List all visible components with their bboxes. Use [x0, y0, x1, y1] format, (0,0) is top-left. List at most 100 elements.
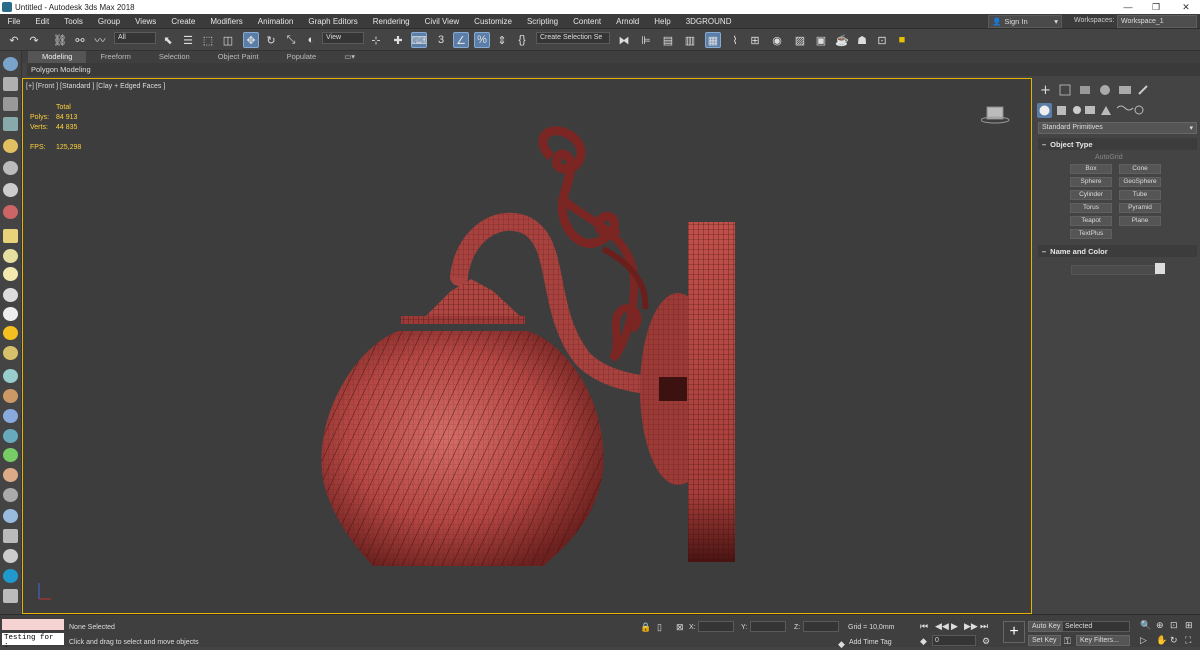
name-color-header[interactable]: – Name and Color — [1038, 245, 1197, 257]
spacewarp-icon[interactable] — [3, 205, 18, 219]
scene-explorer-icon[interactable] — [3, 57, 18, 71]
pivot-center-icon[interactable]: ⊹ — [368, 32, 384, 48]
menu-civil-view[interactable]: Civil View — [417, 17, 467, 26]
menu-customize[interactable]: Customize — [467, 17, 520, 26]
torus-button[interactable]: Torus — [1070, 203, 1112, 213]
material-sphere-icon[interactable] — [3, 509, 18, 523]
menu-graph-editors[interactable]: Graph Editors — [301, 17, 365, 26]
tab-selection[interactable]: Selection — [145, 51, 204, 63]
create-category-icons[interactable] — [1035, 102, 1200, 118]
geosphere-button[interactable]: GeoSphere — [1119, 177, 1161, 187]
go-to-start-icon[interactable]: ⏮ — [920, 621, 928, 632]
foliage-icon[interactable] — [3, 448, 18, 462]
key-filter-select[interactable]: Selected — [1062, 621, 1130, 632]
settings-icon[interactable] — [3, 589, 18, 603]
current-frame-input[interactable]: 0 — [932, 635, 976, 646]
x-coordinate-input[interactable] — [698, 621, 734, 632]
pan-icon[interactable]: ✋ — [1156, 635, 1167, 646]
zoom-icon[interactable]: 🔍 — [1140, 620, 1151, 631]
wall-lamp-model[interactable] — [23, 79, 1032, 614]
zoom-all-icon[interactable]: ⊕ — [1156, 620, 1164, 631]
sun-icon[interactable] — [3, 326, 18, 340]
menu-3dground[interactable]: 3DGROUND — [678, 17, 739, 26]
rendered-frame-window-icon[interactable]: ▣ — [813, 32, 829, 48]
textplus-button[interactable]: TextPlus — [1070, 229, 1112, 239]
plane-icon[interactable] — [3, 249, 18, 263]
add-time-tag[interactable]: Add Time Tag — [849, 639, 892, 646]
layer-icon[interactable] — [3, 117, 18, 131]
tube-button[interactable]: Tube — [1119, 190, 1161, 200]
tab-populate[interactable]: Populate — [273, 51, 331, 63]
place-icon[interactable]: ◐ — [303, 32, 319, 48]
box-button[interactable]: Box — [1070, 164, 1112, 174]
previous-frame-icon[interactable]: ◀◀ — [935, 621, 949, 632]
tab-object-paint[interactable]: Object Paint — [204, 51, 273, 63]
modifier-icon[interactable] — [3, 529, 18, 543]
render-production-icon[interactable]: ☕ — [834, 32, 850, 48]
reference-coordinate-select[interactable]: View — [322, 32, 364, 44]
geosphere-icon[interactable] — [3, 346, 18, 360]
render-in-cloud-icon[interactable]: ⊡ — [874, 32, 890, 48]
edit-named-selection-icon[interactable]: {} — [514, 32, 530, 48]
toggle-ribbon-icon[interactable]: ▦ — [705, 32, 721, 48]
cone-icon[interactable] — [3, 307, 18, 321]
sign-in-button[interactable]: 👤 Sign In ▾ — [988, 15, 1062, 28]
teapot-button[interactable]: Teapot — [1070, 216, 1112, 226]
field-of-view-icon[interactable]: ▷ — [1140, 635, 1147, 646]
go-to-end-icon[interactable]: ⏭ — [980, 621, 988, 632]
window-crossing-icon[interactable]: ◫ — [220, 32, 236, 48]
close-icon[interactable]: ✕ — [1176, 0, 1196, 14]
autogrid-checkbox[interactable]: AutoGrid — [1095, 154, 1123, 161]
set-key-plus-icon[interactable]: + — [1003, 621, 1025, 643]
light-icon[interactable] — [3, 139, 18, 153]
scatter-icon[interactable] — [3, 488, 18, 502]
bind-space-warp-icon[interactable]: 〰 — [92, 32, 108, 48]
named-selection-set-select[interactable]: Create Selection Se — [536, 32, 610, 44]
character-icon[interactable] — [3, 409, 18, 423]
selection-filter-select[interactable]: All — [114, 32, 156, 44]
particle-icon[interactable] — [3, 369, 18, 383]
menu-content[interactable]: Content — [566, 17, 609, 26]
material-editor-icon[interactable]: ◉ — [769, 32, 785, 48]
angle-snap-icon[interactable]: ∠ — [453, 32, 469, 48]
ribbon-panel-polygon-modeling[interactable]: Polygon Modeling — [27, 63, 1200, 76]
menu-group[interactable]: Group — [90, 17, 127, 26]
cylinder-button[interactable]: Cylinder — [1070, 190, 1112, 200]
tab-freeform[interactable]: Freeform — [86, 51, 144, 63]
command-panel-tabs[interactable]: + — [1035, 82, 1200, 98]
object-type-header[interactable]: – Object Type — [1038, 138, 1197, 150]
z-coordinate-input[interactable] — [803, 621, 839, 632]
scene-explorer-icon[interactable]: ▥ — [682, 32, 698, 48]
percent-snap-icon[interactable]: % — [474, 32, 490, 48]
y-coordinate-input[interactable] — [750, 621, 786, 632]
zoom-extents-all-icon[interactable]: ⊞ — [1185, 620, 1193, 631]
zoom-extents-icon[interactable]: ⊡ — [1170, 620, 1178, 631]
redo-icon[interactable]: ↷ — [26, 32, 42, 48]
menu-help[interactable]: Help — [647, 17, 678, 26]
render-setup-icon[interactable]: ▨ — [792, 32, 808, 48]
absolute-mode-icon[interactable]: ⊠ — [676, 622, 684, 633]
isolate-icon[interactable]: ▯ — [657, 622, 662, 633]
keyboard-shortcut-icon[interactable]: ⌨ — [411, 32, 427, 48]
ribbon-options-icon[interactable]: ▭▾ — [330, 51, 369, 63]
helper-icon[interactable] — [3, 183, 18, 197]
utility-icon[interactable] — [3, 549, 18, 563]
menu-file[interactable]: File — [0, 17, 28, 26]
scale-icon[interactable]: ⤡ — [283, 32, 299, 48]
menu-arnold[interactable]: Arnold — [609, 17, 647, 26]
undo-icon[interactable]: ↶ — [6, 32, 22, 48]
align-icon[interactable]: ⊫ — [638, 32, 654, 48]
key-filters-button[interactable]: Key Filters... — [1076, 635, 1130, 646]
rotate-icon[interactable]: ↻ — [263, 32, 279, 48]
snaps-toggle-icon[interactable]: 3 — [433, 32, 449, 48]
unlink-icon[interactable]: ⚯ — [72, 32, 88, 48]
render-iterative-icon[interactable]: ☗ — [854, 32, 870, 48]
menu-create[interactable]: Create — [164, 17, 203, 26]
menu-animation[interactable]: Animation — [250, 17, 301, 26]
front-viewport[interactable]: [+] [Front ] [Standard ] [Clay + Edged F… — [22, 78, 1032, 614]
play-icon[interactable]: ▶ — [951, 621, 958, 632]
maximize-icon[interactable]: ❐ — [1146, 0, 1166, 14]
orbit-icon[interactable]: ↻ — [1170, 635, 1178, 646]
maxscript-listener-output[interactable] — [2, 619, 64, 630]
key-mode-icon[interactable]: ◆ — [920, 636, 927, 647]
